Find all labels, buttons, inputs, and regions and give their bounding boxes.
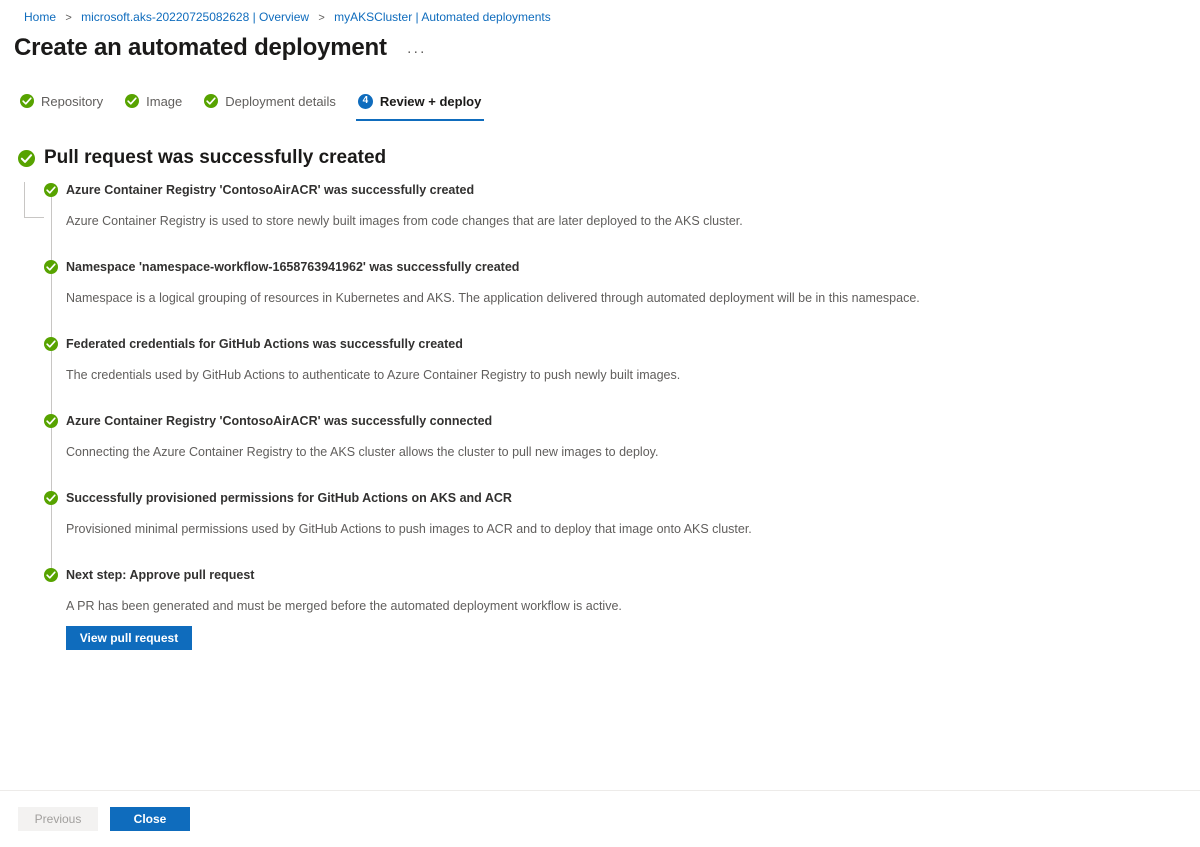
tab-label: Deployment details [225,93,336,109]
check-circle-icon [125,94,140,108]
breadcrumb: Home > microsoft.aks-20220725082628 | Ov… [0,0,1200,26]
wizard-steps: Repository Image Deployment details 4 Re… [0,86,1200,121]
close-button[interactable]: Close [110,807,190,831]
list-item-title: Next step: Approve pull request [66,568,255,582]
list-item-description: A PR has been generated and must be merg… [66,599,622,613]
ellipsis-icon[interactable]: ··· [403,44,431,60]
tab-label: Image [146,93,183,109]
list-item: Azure Container Registry 'ContosoAirACR'… [22,182,1200,271]
list-item-title: Namespace 'namespace-workflow-1658763941… [66,260,520,274]
check-circle-icon [44,183,58,197]
list-item: Namespace 'namespace-workflow-1658763941… [22,259,1200,348]
list-item-header: Namespace 'namespace-workflow-1658763941… [44,259,1200,275]
check-circle-icon [44,568,58,582]
view-pull-request-button[interactable]: View pull request [66,626,192,650]
check-circle-icon [20,94,34,108]
list-item-header: Next step: Approve pull request [44,567,1200,583]
tab-label: Review + deploy [379,93,482,109]
list-item-description: Namespace is a logical grouping of resou… [66,291,920,305]
tab-label: Repository [41,93,104,109]
wizard-footer: Previous Close [0,790,1200,847]
list-item-description: Connecting the Azure Container Registry … [66,445,659,459]
deployment-results-list: Azure Container Registry 'ContosoAirACR'… [0,182,1200,650]
step-number-badge: 4 [357,93,373,109]
result-heading-text: Pull request was successfully created [44,147,387,168]
previous-button[interactable]: Previous [18,807,98,831]
list-item-title: Successfully provisioned permissions for… [66,491,512,505]
list-item: Next step: Approve pull request A PR has… [22,567,1200,650]
list-item-title: Federated credentials for GitHub Actions… [66,337,463,351]
tab-image[interactable]: Image [123,86,193,116]
list-item-description: Azure Container Registry is used to stor… [66,214,743,228]
breadcrumb-item-resource-overview[interactable]: microsoft.aks-20220725082628 | Overview [81,10,309,24]
breadcrumb-item-home[interactable]: Home [24,10,56,24]
breadcrumb-separator: > [318,12,325,24]
list-item-header: Azure Container Registry 'ContosoAirACR'… [44,182,1200,198]
check-circle-icon [44,491,58,505]
list-item-header: Successfully provisioned permissions for… [44,490,1200,506]
list-item: Federated credentials for GitHub Actions… [22,336,1200,425]
tab-deployment-details[interactable]: Deployment details [202,86,347,116]
breadcrumb-separator: > [65,12,72,24]
title-row: Create an automated deployment ··· [0,26,1200,64]
list-item: Successfully provisioned permissions for… [22,490,1200,579]
result-heading: Pull request was successfully created [18,146,1200,170]
check-circle-icon [44,414,58,428]
check-circle-icon [204,94,219,108]
breadcrumb-item-automated-deployments[interactable]: myAKSCluster | Automated deployments [334,10,551,24]
check-circle-icon [18,149,35,167]
list-item-title: Azure Container Registry 'ContosoAirACR'… [66,183,475,197]
check-circle-icon [44,337,58,351]
page-title: Create an automated deployment [14,34,387,61]
tab-review-and-deploy[interactable]: 4 Review + deploy [355,86,493,121]
list-item: Azure Container Registry 'ContosoAirACR'… [22,413,1200,502]
list-item-title: Azure Container Registry 'ContosoAirACR'… [66,414,493,428]
list-item-header: Azure Container Registry 'ContosoAirACR'… [44,413,1200,429]
tab-repository[interactable]: Repository [18,86,114,116]
check-circle-icon [44,260,58,274]
list-item-header: Federated credentials for GitHub Actions… [44,336,1200,352]
list-item-description: Provisioned minimal permissions used by … [66,522,752,536]
list-item-description: The credentials used by GitHub Actions t… [66,368,681,382]
